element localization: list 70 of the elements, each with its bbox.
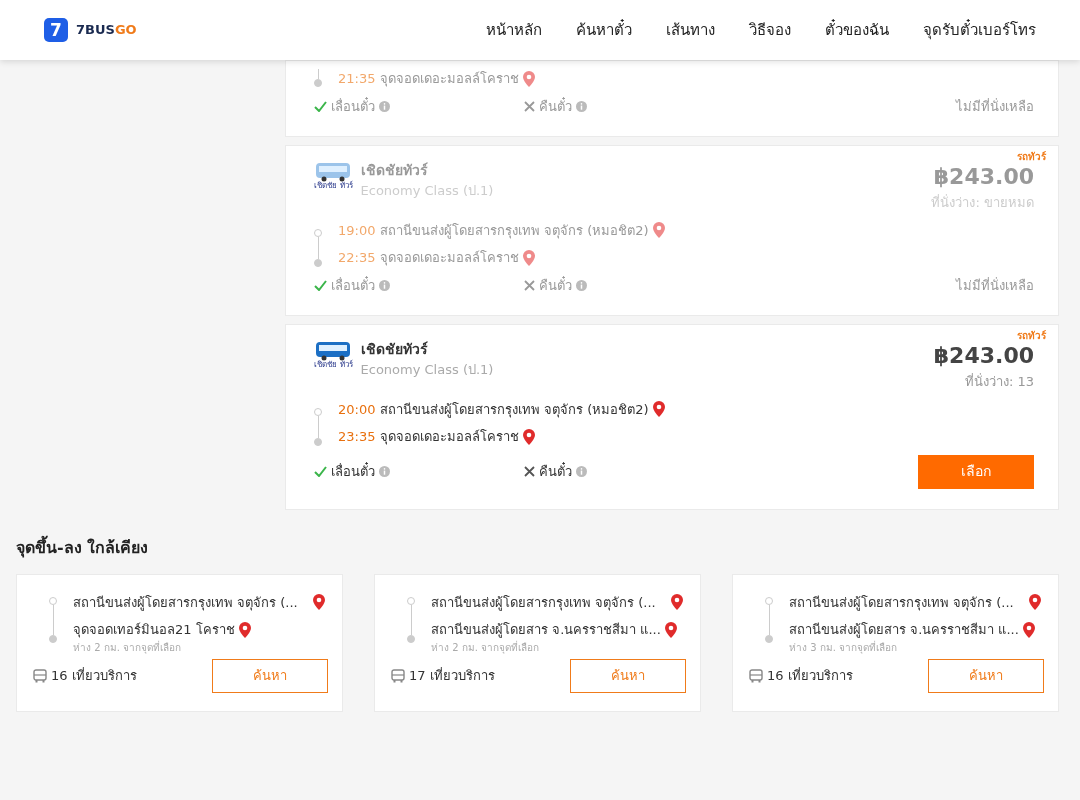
trip-count: 16 เที่ยวบริการ [767,666,853,685]
stop-name: สถานีขนส่งผู้โดยสารกรุงเทพ จตุจักร (... [73,593,298,612]
info-icon [379,100,390,112]
operator-name: เชิดชัยทัวร์ [360,340,429,359]
stop-name: จุดจอดเดอะมอลล์โคราช [380,249,519,268]
nav-link[interactable]: เส้นทาง [666,18,715,42]
bus-icon [749,668,763,683]
time: 21:35 [338,70,377,88]
map-pin-icon [313,594,325,611]
price: ฿243.00 [932,163,1034,191]
price: ฿243.00 [933,342,1034,370]
stop-name: สถานีขนส่งผู้โดยสารกรุงเทพ จตุจักร (หมอชิต2) [380,400,649,419]
stop-name: สถานีขนส่งผู้โดยสารกรุงเทพ จตุจักร (หมอชิต2) [380,221,649,240]
bus-icon [33,668,47,683]
nav-link[interactable]: หน้าหลัก [486,18,542,42]
stop-name: จุดจอดเดอะมอลล์โคราช [380,70,519,89]
seats-available: ที่นั่งว่าง: 13 [963,372,1034,391]
no-seats-text: ไม่มีที่นั่งเหลือ [956,276,1034,295]
time: 20:00 [338,400,377,419]
map-pin-icon [1022,621,1035,638]
map-pin-icon [523,249,535,266]
map-pin-icon [523,70,535,87]
info-icon [576,100,587,112]
info-icon [379,279,390,291]
feature-label: คืนตั๋ว [539,275,572,295]
operator-logo: เชิดชัย ทัวร์ [314,339,353,392]
stop-name: จุดจอดเทอร์มินอล21 โคราช [73,621,235,640]
operator-logo: เชิดชัย ทัวร์ [314,160,353,213]
trip-count: 17 เที่ยวบริการ [409,666,495,685]
map-pin-icon [1029,594,1041,611]
info-icon [576,279,587,291]
operator-name: เชิดชัยทัวร์ [360,161,429,180]
section-title: จุดขึ้น-ลง ใกล้เคียง [16,535,150,560]
feature-label: คืนตั๋ว [539,96,572,116]
feature-label: คืนตั๋ว [539,461,572,481]
bus-class: Economy Class (ป.1) [360,361,494,379]
bus-type-tag: รถทัวร์ [1017,149,1046,164]
stop-name: สถานีขนส่งผู้โดยสาร จ.นครราชสีมา แ... [789,621,1019,640]
map-pin-icon [523,428,535,445]
info-icon [379,466,390,477]
route-timeline [314,69,322,89]
feature-label: เลื่อนตั๋ว [331,275,375,295]
stop-name: สถานีขนส่งผู้โดยสาร จ.นครราชสีมา แ... [431,621,661,640]
logo-mark: 7 [44,18,68,42]
brand-name: 7BUSGO [76,21,137,40]
info-icon [576,466,587,477]
nav-link[interactable]: ค้นหาตั๋ว [576,18,632,42]
nav-link[interactable]: จุดรับตั๋วเบอร์โทร [923,18,1036,42]
stop-name: สถานีขนส่งผู้โดยสารกรุงเทพ จตุจักร (... [789,593,1014,612]
map-pin-icon [238,621,251,638]
time: 19:00 [338,221,377,240]
stop-name: สถานีขนส่งผู้โดยสารกรุงเทพ จตุจักร (... [431,593,656,612]
nav-link[interactable]: ตั๋วของฉัน [825,18,889,42]
nav-link[interactable]: วิธีจอง [749,18,791,42]
feature-label: เลื่อนตั๋ว [331,461,375,481]
map-pin-icon [652,401,665,418]
stop-name: จุดจอดเดอะมอลล์โคราช [380,428,519,447]
time: 22:35 [338,249,377,267]
bus-type-tag: รถทัวร์ [1017,328,1046,343]
distance-text: ห่าง 3 กม. จากจุดที่เลือก [789,639,899,655]
time: 23:35 [338,428,377,446]
distance-text: ห่าง 2 กม. จากจุดที่เลือก [431,639,541,655]
no-seats-text: ไม่มีที่นั่งเหลือ [956,97,1034,116]
distance-text: ห่าง 2 กม. จากจุดที่เลือก [73,639,183,655]
bus-icon [391,668,405,683]
map-pin-icon [664,621,677,638]
trip-count: 16 เที่ยวบริการ [51,666,137,685]
feature-label: เลื่อนตั๋ว [331,96,375,116]
map-pin-icon [652,222,665,239]
map-pin-icon [671,594,683,611]
